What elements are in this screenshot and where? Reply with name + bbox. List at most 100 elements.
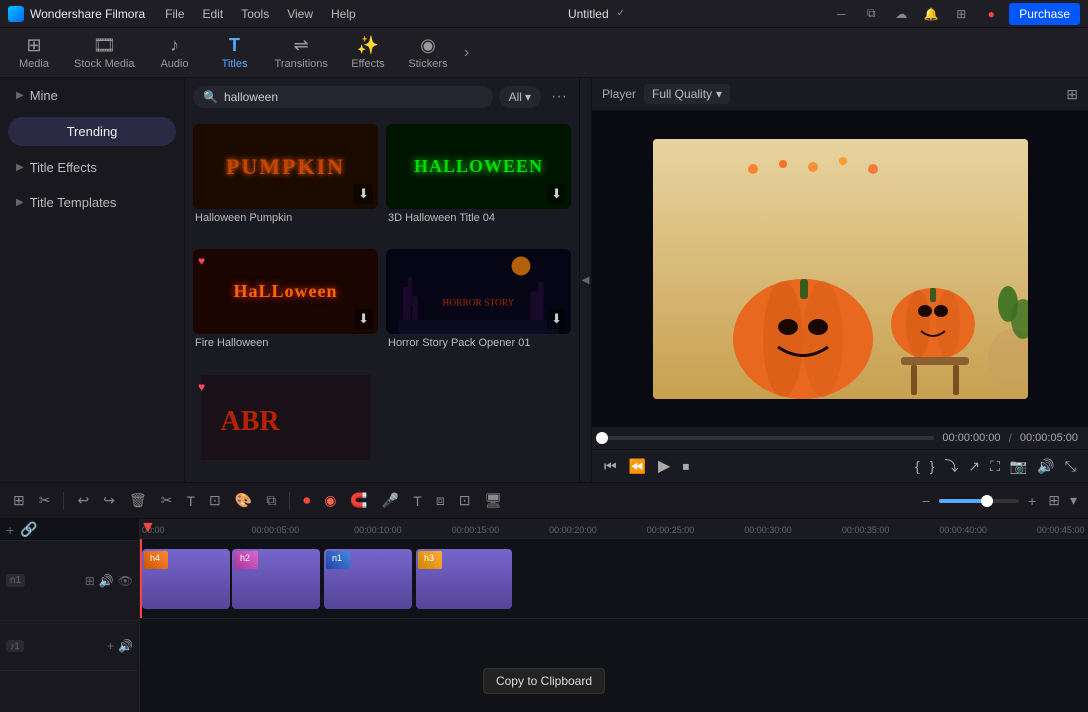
download-btn-fire[interactable]: ⬇ bbox=[354, 309, 373, 329]
content-more-btn[interactable]: ··· bbox=[547, 88, 571, 106]
zoom-slider[interactable] bbox=[939, 499, 1019, 503]
ruler-mark-25: 00:00:25:00 bbox=[597, 519, 695, 538]
partial-svg: ABR bbox=[193, 375, 378, 460]
zoom-thumb[interactable] bbox=[981, 495, 993, 507]
svg-text:ABR: ABR bbox=[221, 406, 281, 437]
tl-record-icon[interactable]: ⏺ bbox=[298, 489, 315, 512]
tl-redo-icon[interactable]: ↪ bbox=[98, 489, 120, 512]
menu-help[interactable]: Help bbox=[323, 5, 364, 23]
clip-h3[interactable]: h3 bbox=[416, 549, 512, 609]
titles-icon: T bbox=[229, 35, 240, 56]
quality-select[interactable]: Full Quality ▾ bbox=[644, 84, 730, 104]
clip-n1[interactable]: n1 bbox=[324, 549, 412, 609]
tl-trim-icon[interactable]: ✂ bbox=[34, 489, 56, 512]
time-separator: / bbox=[1009, 431, 1012, 445]
preview-scene-svg bbox=[653, 139, 1028, 399]
restore-btn[interactable]: ⧉ bbox=[859, 2, 883, 26]
insert-icon[interactable]: ⤵ bbox=[942, 454, 960, 478]
tl-mic-icon[interactable]: 🎤 bbox=[377, 489, 404, 512]
search-input[interactable] bbox=[224, 90, 483, 104]
toolbar-media[interactable]: ⊞ Media bbox=[4, 31, 64, 74]
grid-item-label-3d-halloween: 3D Halloween Title 04 bbox=[386, 209, 571, 227]
close-indicator[interactable]: ● bbox=[979, 2, 1003, 26]
toolbar-titles[interactable]: T Titles bbox=[205, 31, 265, 74]
audio-track-mute-icon[interactable]: 🔊 bbox=[118, 639, 133, 653]
collapse-handle[interactable]: ◀ bbox=[580, 78, 592, 482]
tl-delete-icon[interactable]: 🗑 bbox=[124, 489, 152, 512]
grid-item-horror-story[interactable]: HORROR STORY ⬇ Horror Story Pack Opener … bbox=[386, 249, 571, 366]
minimize-btn[interactable]: ─ bbox=[829, 2, 853, 26]
menu-view[interactable]: View bbox=[279, 5, 321, 23]
track-mute-icon[interactable]: 🔊 bbox=[99, 574, 114, 588]
cloud-btn[interactable]: ☁ bbox=[889, 2, 913, 26]
sidebar-item-mine[interactable]: ▶ Mine bbox=[4, 80, 180, 111]
menu-tools[interactable]: Tools bbox=[233, 5, 277, 23]
tl-speed-icon[interactable]: ⊡ bbox=[454, 489, 476, 512]
clip-label-n1: n1 bbox=[328, 551, 346, 565]
tl-filter-icon[interactable]: ◉ bbox=[319, 489, 341, 512]
purchase-button[interactable]: Purchase bbox=[1009, 3, 1080, 25]
tooltip-text: Copy to Clipboard bbox=[496, 674, 592, 688]
fullscreen-icon[interactable]: ⛶ bbox=[988, 456, 1002, 477]
zoom-out-icon[interactable]: − bbox=[917, 490, 935, 512]
clip-h4[interactable]: h4 bbox=[142, 549, 230, 609]
download-btn-horror[interactable]: ⬇ bbox=[547, 309, 566, 329]
zoom-in-icon[interactable]: + bbox=[1023, 490, 1041, 512]
sidebar-item-trending[interactable]: Trending bbox=[8, 117, 176, 146]
toolbar-more-btn[interactable]: › bbox=[458, 44, 475, 62]
tl-text-icon[interactable]: T bbox=[181, 490, 200, 512]
progress-bar[interactable] bbox=[602, 436, 934, 440]
tl-copy-icon[interactable]: ⧉ bbox=[261, 489, 281, 512]
tl-snap-icon[interactable]: 🧲 bbox=[345, 489, 372, 512]
volume-icon[interactable]: 🔊 bbox=[1035, 456, 1056, 477]
grid-item-halloween-pumpkin[interactable]: PUMPKIN ⬇ Halloween Pumpkin bbox=[193, 124, 378, 241]
clip-h2[interactable]: h2 bbox=[232, 549, 320, 609]
tl-cut-icon[interactable]: ✂ bbox=[156, 489, 178, 512]
tl-layout-icon[interactable]: ⊞ bbox=[1045, 489, 1063, 512]
toolbar-transitions[interactable]: ⇌ Transitions bbox=[265, 31, 338, 74]
grid-item-partial[interactable]: ♥ ABR bbox=[193, 375, 378, 474]
tl-screen-icon[interactable]: 🖥 bbox=[479, 489, 507, 512]
filter-button[interactable]: All ▾ bbox=[499, 86, 541, 108]
halloween-title-text: HALLOWEEN bbox=[414, 156, 543, 177]
menu-edit[interactable]: Edit bbox=[195, 5, 232, 23]
menu-file[interactable]: File bbox=[157, 5, 192, 23]
mark-out-icon[interactable]: } bbox=[928, 456, 937, 476]
preview-expand-icon[interactable]: ⊞ bbox=[1066, 86, 1078, 103]
pip-icon[interactable]: ⤡ bbox=[1063, 456, 1078, 477]
tl-effects-icon[interactable]: ⧈ bbox=[431, 489, 450, 512]
topbar-right: ─ ⧉ ☁ 🔔 ⊞ ● Purchase bbox=[829, 2, 1080, 26]
track-hide-icon[interactable]: 👁 bbox=[118, 574, 133, 588]
toolbar-stickers[interactable]: ◉ Stickers bbox=[398, 31, 458, 74]
stop-icon[interactable]: ⏹ bbox=[680, 456, 691, 477]
grid-item-fire-halloween[interactable]: ♥ HaLLoween ⬇ Fire Halloween bbox=[193, 249, 378, 366]
audio-label: Audio bbox=[160, 58, 188, 70]
progress-thumb[interactable] bbox=[596, 432, 608, 444]
tl-color-icon[interactable]: 🎨 bbox=[230, 489, 257, 512]
toolbar-stock-media[interactable]: 🎞 Stock Media bbox=[64, 31, 145, 74]
download-btn-pumpkin[interactable]: ⬇ bbox=[354, 184, 373, 204]
mark-in-icon[interactable]: { bbox=[913, 456, 922, 476]
link-track-icon[interactable]: 🔗 bbox=[20, 521, 37, 538]
apps-btn[interactable]: ⊞ bbox=[949, 2, 973, 26]
overwrite-icon[interactable]: ↗ bbox=[966, 456, 982, 477]
step-back-icon[interactable]: ⏪ bbox=[627, 456, 648, 477]
tl-title-icon[interactable]: T bbox=[408, 490, 427, 512]
grid-item-3d-halloween[interactable]: HALLOWEEN ⬇ 3D Halloween Title 04 bbox=[386, 124, 571, 241]
tl-undo-icon[interactable]: ↩ bbox=[72, 489, 94, 512]
skip-back-icon[interactable]: ⏮ bbox=[602, 456, 619, 477]
tl-crop-icon[interactable]: ⊡ bbox=[204, 489, 226, 512]
tl-chevron-icon[interactable]: ▾ bbox=[1067, 489, 1080, 512]
toolbar-effects[interactable]: ✨ Effects bbox=[338, 31, 398, 74]
notification-btn[interactable]: 🔔 bbox=[919, 2, 943, 26]
snapshot-icon[interactable]: 📷 bbox=[1008, 456, 1029, 477]
play-icon[interactable]: ▶ bbox=[656, 454, 672, 478]
add-track-icon[interactable]: + bbox=[6, 522, 14, 538]
sidebar-item-title-templates[interactable]: ▶ Title Templates bbox=[4, 187, 180, 218]
download-btn-3d-halloween[interactable]: ⬇ bbox=[547, 184, 566, 204]
sidebar-item-title-effects[interactable]: ▶ Title Effects bbox=[4, 152, 180, 183]
audio-track-add-icon[interactable]: + bbox=[107, 639, 114, 653]
track-lock-icon[interactable]: ⊞ bbox=[85, 574, 95, 588]
toolbar-audio[interactable]: ♪ Audio bbox=[145, 31, 205, 74]
tl-split-icon[interactable]: ⊞ bbox=[8, 489, 30, 512]
